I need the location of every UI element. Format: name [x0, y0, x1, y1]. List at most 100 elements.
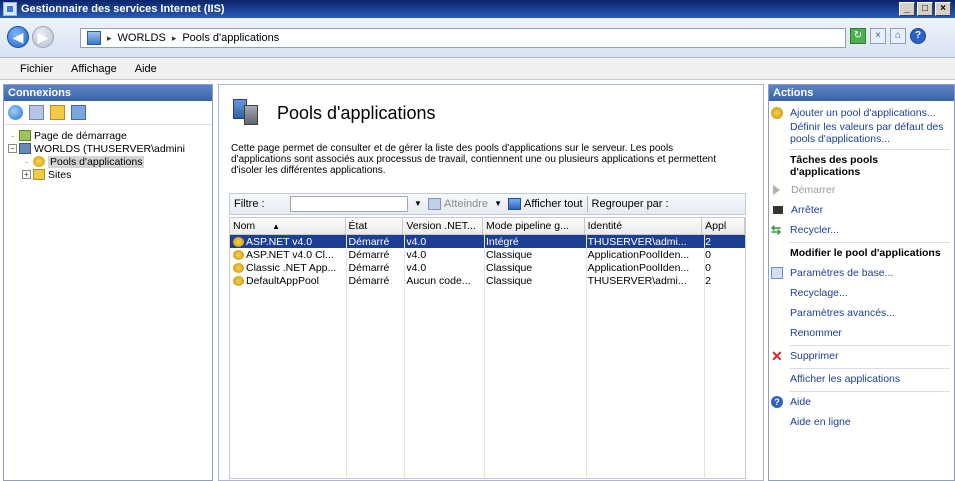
table-row[interactable]: Classic .NET App... Démarré v4.0 Classiq… — [230, 261, 745, 274]
column-header-name[interactable]: Nom ▲ — [230, 218, 346, 235]
column-header-applications[interactable]: Appl — [702, 218, 745, 235]
start-page-icon — [19, 130, 31, 141]
filter-input[interactable] — [290, 196, 408, 212]
collapse-icon[interactable]: − — [8, 144, 17, 153]
action-stop[interactable]: Arrêter — [769, 204, 954, 218]
section-pool-tasks: Tâches des pools d'applications — [790, 154, 879, 178]
connections-panel: Connexions - Page de démarrage − WORLDS … — [3, 84, 213, 481]
back-button[interactable]: ◀ — [7, 26, 29, 48]
table-row[interactable]: ASP.NET v4.0 Cl... Démarré v4.0 Classiqu… — [230, 248, 745, 261]
refresh-icon[interactable]: ↻ — [850, 28, 866, 44]
menu-help[interactable]: Aide — [135, 63, 157, 75]
pool-status: Démarré — [348, 235, 390, 248]
divider — [789, 149, 950, 150]
action-start[interactable]: Démarrer — [769, 184, 954, 198]
tree-item-app-pools[interactable]: - Pools d'applications — [6, 155, 212, 168]
tree-line-icon: - — [11, 130, 14, 141]
address-toolbar: ◀ ▶ ▸ WORLDS ▸ Pools d'applications ↻ × … — [0, 18, 955, 58]
iis-app-icon — [3, 2, 17, 16]
divider — [789, 368, 950, 369]
expand-icon[interactable]: + — [22, 170, 31, 179]
connect-icon[interactable] — [71, 105, 86, 120]
show-all-button[interactable]: Afficher tout — [508, 198, 583, 210]
action-add-pool[interactable]: Ajouter un pool d'applications... — [769, 107, 954, 121]
tree-item-start-page[interactable]: - Page de démarrage — [6, 129, 212, 142]
pool-name: Classic .NET App... — [246, 261, 337, 274]
home-icon[interactable]: ⌂ — [890, 28, 906, 44]
menu-bar: Fichier Affichage Aide — [0, 58, 955, 80]
app-pools-grid: Nom ▲ État Version .NET... Mode pipeline… — [229, 217, 746, 479]
sort-asc-icon: ▲ — [272, 222, 281, 231]
action-view-applications[interactable]: Afficher les applications — [769, 373, 954, 387]
chevron-down-icon[interactable]: ▼ — [412, 197, 424, 211]
connections-toolbar — [4, 101, 212, 125]
pool-pipeline-mode: Classique — [486, 274, 533, 287]
menu-file[interactable]: Fichier — [20, 63, 53, 75]
action-recycle[interactable]: ⇆ Recycler... — [769, 224, 954, 238]
pool-app-count: 0 — [705, 248, 712, 261]
app-pool-icon — [233, 275, 244, 286]
stop-icon — [773, 206, 783, 214]
pool-identity: ApplicationPoolIden... — [587, 248, 690, 261]
close-button[interactable]: × — [935, 2, 951, 16]
maximize-button[interactable]: □ — [917, 2, 933, 16]
app-pool-icon — [233, 236, 244, 247]
column-header-net-version[interactable]: Version .NET... — [403, 218, 484, 235]
tree-item-sites[interactable]: + Sites — [6, 168, 212, 181]
stop-nav-icon[interactable]: × — [870, 28, 886, 44]
divider — [789, 391, 950, 392]
pool-pipeline-mode: Classique — [486, 261, 533, 274]
forward-button[interactable]: ▶ — [32, 26, 54, 48]
go-button[interactable]: Atteindre — [428, 198, 488, 210]
action-set-defaults[interactable]: Définir les valeurs par défaut des pools… — [769, 121, 954, 145]
column-header-identity[interactable]: Identité — [585, 218, 703, 235]
action-rename[interactable]: Renommer — [769, 327, 954, 341]
folder-icon[interactable] — [50, 105, 65, 120]
grid-header: Nom ▲ État Version .NET... Mode pipeline… — [230, 218, 745, 235]
toolbar-divider — [586, 196, 588, 212]
breadcrumb-app-pools[interactable]: Pools d'applications — [182, 32, 279, 44]
help-icon[interactable]: ? — [910, 28, 926, 44]
app-pool-icon — [233, 249, 244, 260]
tree-item-label: Page de démarrage — [34, 129, 127, 142]
action-basic-settings[interactable]: Paramètres de base... — [769, 267, 954, 281]
breadcrumb-server[interactable]: WORLDS — [118, 32, 166, 44]
app-pool-icon — [233, 262, 244, 273]
address-breadcrumb[interactable]: ▸ WORLDS ▸ Pools d'applications — [80, 28, 846, 48]
app-pools-feature-icon — [233, 99, 259, 125]
pool-net-version: v4.0 — [406, 261, 427, 274]
minimize-button[interactable]: _ — [899, 2, 915, 16]
globe-icon[interactable] — [8, 105, 23, 120]
page-description: Cette page permet de consulter et de gér… — [231, 143, 716, 176]
pool-name: ASP.NET v4.0 — [246, 235, 313, 248]
action-online-help[interactable]: Aide en ligne — [769, 416, 954, 430]
pool-name: ASP.NET v4.0 Cl... — [246, 248, 334, 261]
action-help[interactable]: ? Aide — [769, 396, 954, 410]
tree-item-label: Pools d'applications — [48, 155, 145, 168]
save-icon[interactable] — [29, 105, 44, 120]
pool-app-count: 0 — [705, 261, 712, 274]
chevron-down-icon[interactable]: ▼ — [492, 197, 504, 211]
app-pools-panel: Pools d'applications Cette page permet d… — [218, 84, 764, 481]
show-all-label: Afficher tout — [524, 198, 583, 210]
page-title: Pools d'applications — [277, 103, 436, 123]
column-header-pipeline-mode[interactable]: Mode pipeline g... — [483, 218, 585, 235]
pool-net-version: v4.0 — [406, 235, 427, 248]
show-all-icon — [508, 198, 522, 210]
delete-icon: ✕ — [771, 348, 783, 364]
section-edit-pool: Modifier le pool d'applications — [790, 247, 941, 259]
action-delete[interactable]: ✕ Supprimer — [769, 348, 954, 364]
pool-identity: THUSERVER\admi... — [587, 274, 687, 287]
menu-view[interactable]: Affichage — [71, 63, 117, 75]
address-tools: ↻ × ⌂ ? — [850, 28, 926, 44]
action-advanced-settings[interactable]: Paramètres avancés... — [769, 307, 954, 321]
tree-item-server[interactable]: − WORLDS (THUSERVER\admini — [6, 142, 212, 155]
action-recycling[interactable]: Recyclage... — [769, 287, 954, 301]
pool-name: DefaultAppPool — [246, 274, 319, 287]
table-row[interactable]: DefaultAppPool Démarré Aucun code... Cla… — [230, 274, 745, 287]
actions-panel: Actions Ajouter un pool d'applications..… — [768, 84, 955, 481]
group-by-dropdown[interactable]: Regrouper par : — [592, 198, 669, 210]
pool-status: Démarré — [348, 248, 390, 261]
table-row[interactable]: ASP.NET v4.0 Démarré v4.0 Intégré THUSER… — [230, 235, 745, 248]
column-header-status[interactable]: État — [346, 218, 404, 235]
